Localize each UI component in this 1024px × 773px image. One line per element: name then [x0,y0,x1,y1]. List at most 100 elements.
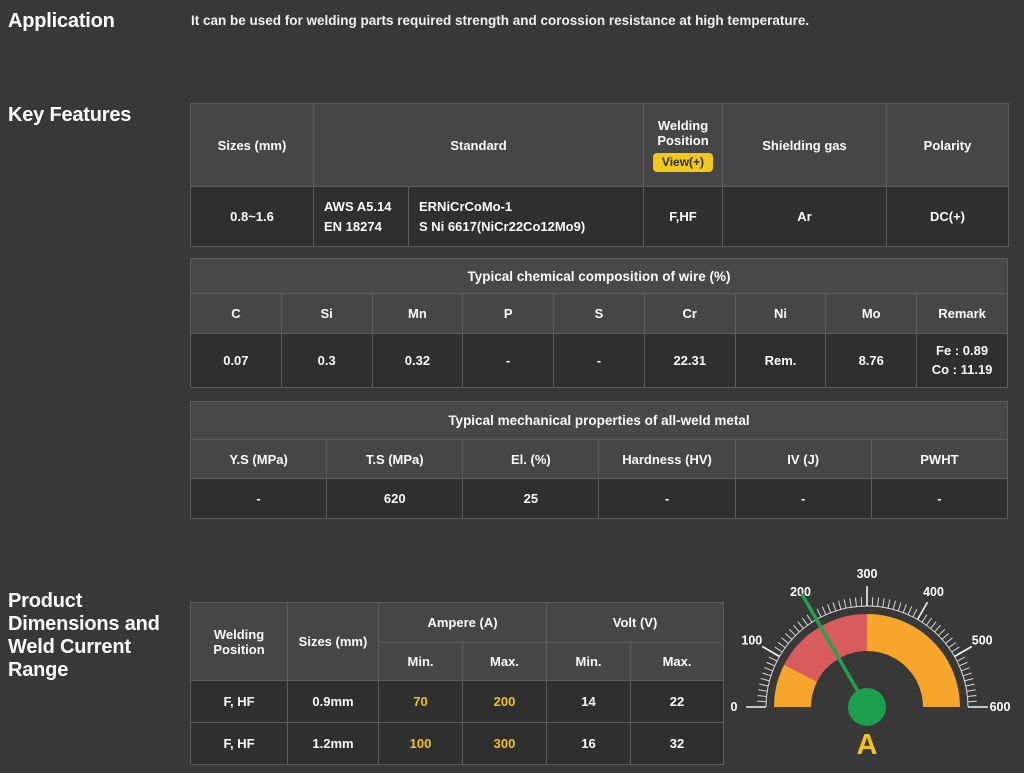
ampere-min-value: 70 [379,681,463,723]
gauge-tick [758,690,767,691]
chem-header: C [191,294,282,334]
gauge-zone [793,673,801,707]
chem-header: S [554,294,645,334]
chem-value: 0.07 [191,334,282,388]
mech-header: IV (J) [735,440,871,479]
current-header-volt-group: Volt (V) [547,603,724,643]
chem-header: P [463,294,554,334]
gauge-tick [967,696,976,697]
mech-value: - [191,479,327,519]
chem-header: Ni [735,294,826,334]
mech-header: T.S (MPa) [327,440,463,479]
gauge-tick-label: 500 [972,634,993,648]
gauge-tick [961,668,969,671]
gauge-tick [844,599,846,608]
gauge-tick-label: 300 [857,567,878,581]
standard-code-line: EN 18274 [324,217,404,237]
gauge-tick [782,638,789,644]
ampere-max-value: 200 [463,681,547,723]
standard-name-line: ERNiCrCoMo-1 [419,197,639,217]
gauge-tick [888,599,890,608]
chem-header: Mo [826,294,917,334]
chem-header: Remark [917,294,1008,334]
polarity-value: DC(+) [887,187,1009,247]
volt-min-value: 16 [547,723,631,765]
ampere-gauge: 0100200300400500600A [728,562,1020,768]
mech-title-row: Typical mechanical properties of all-wel… [191,402,1008,440]
gauge-tick [942,633,949,639]
view-button[interactable]: View(+) [653,153,713,172]
spec-header-welding-position: Welding Position View(+) [644,104,723,187]
ampere-min-header: Min. [379,643,463,681]
gauge-tick [898,602,901,611]
gauge-tick [967,690,976,691]
application-heading: Application [8,10,115,33]
gauge-unit-label: A [857,729,878,761]
mech-table-title: Typical mechanical properties of all-wel… [191,402,1008,440]
gauge-tick [833,602,836,611]
current-group-header-row: Welding Position Sizes (mm) Ampere (A) V… [191,603,724,643]
gauge-tick [762,673,771,676]
current-row: F, HF 0.9mm 70 200 14 22 [191,681,724,723]
gauge-tick [952,647,960,652]
chemical-composition-table: Typical chemical composition of wire (%)… [190,258,1008,388]
standard-name-line: S Ni 6617(NiCr22Co12Mo9) [419,217,639,237]
mech-header: El. (%) [463,440,599,479]
gauge-tick [759,684,768,686]
gauge-tick [922,615,927,623]
gauge-tick [764,668,772,671]
standard-code-line: AWS A5.14 [324,197,404,217]
welding-position-label: Welding Position [648,118,718,148]
spec-table: Sizes (mm) Standard Welding Position Vie… [190,103,1009,247]
shielding-gas-value: Ar [723,187,887,247]
chem-data-row: 0.07 0.3 0.32 - - 22.31 Rem. 8.76 Fe : 0… [191,334,1008,388]
current-header-ampere-group: Ampere (A) [379,603,547,643]
mech-header: Y.S (MPa) [191,440,327,479]
gauge-tick [938,629,944,635]
spec-header-row: Sizes (mm) Standard Welding Position Vie… [191,104,1009,187]
key-features-heading: Key Features [8,104,131,127]
chem-value: 0.3 [281,334,372,388]
chem-value: - [554,334,645,388]
spec-header-standard: Standard [314,104,644,187]
chem-value: 22.31 [644,334,735,388]
ampere-max-header: Max. [463,643,547,681]
gauge-tick [817,609,821,617]
size-value: 0.9mm [288,681,379,723]
welding-position-value: F,HF [644,187,723,247]
gauge-tick-label: 200 [790,585,811,599]
mech-header: PWHT [871,440,1007,479]
ampere-min-value: 100 [379,723,463,765]
gauge-tick [957,657,965,661]
product-dimensions-heading: Product Dimensions and Weld Current Rang… [8,590,184,682]
mech-value: 620 [327,479,463,519]
gauge-tick [775,647,783,652]
chem-header: Si [281,294,372,334]
current-header-sizes: Sizes (mm) [288,603,379,681]
gauge-tick-label: 400 [923,585,944,599]
spec-header-sizes: Sizes (mm) [191,104,314,187]
gauge-tick [798,622,804,629]
remark-line: Co : 11.19 [921,361,1003,380]
volt-max-value: 32 [631,723,724,765]
gauge-tick [822,607,826,615]
gauge-tick [850,598,851,607]
standard-names: ERNiCrCoMo-1 S Ni 6617(NiCr22Co12Mo9) [409,187,644,247]
product-spec-page: { "colors":{ "page_bg":"#383838","header… [0,0,1024,768]
chem-title-row: Typical chemical composition of wire (%) [191,259,1008,294]
gauge-tick [878,598,879,607]
position-value: F, HF [191,681,288,723]
volt-min-value: 14 [547,681,631,723]
gauge-tick [935,625,941,632]
gauge-tick [856,598,857,607]
chem-header: Cr [644,294,735,334]
chem-value: - [463,334,554,388]
standard-codes: AWS A5.14 EN 18274 [314,187,409,247]
gauge-tick-label: 100 [741,634,762,648]
gauge-tick [903,604,906,612]
mech-data-row: - 620 25 - - - [191,479,1008,519]
ampere-gauge-svg: 0100200300400500600A [728,562,1020,768]
gauge-tick [945,638,952,644]
gauge-tick [959,662,967,666]
mech-value: - [871,479,1007,519]
